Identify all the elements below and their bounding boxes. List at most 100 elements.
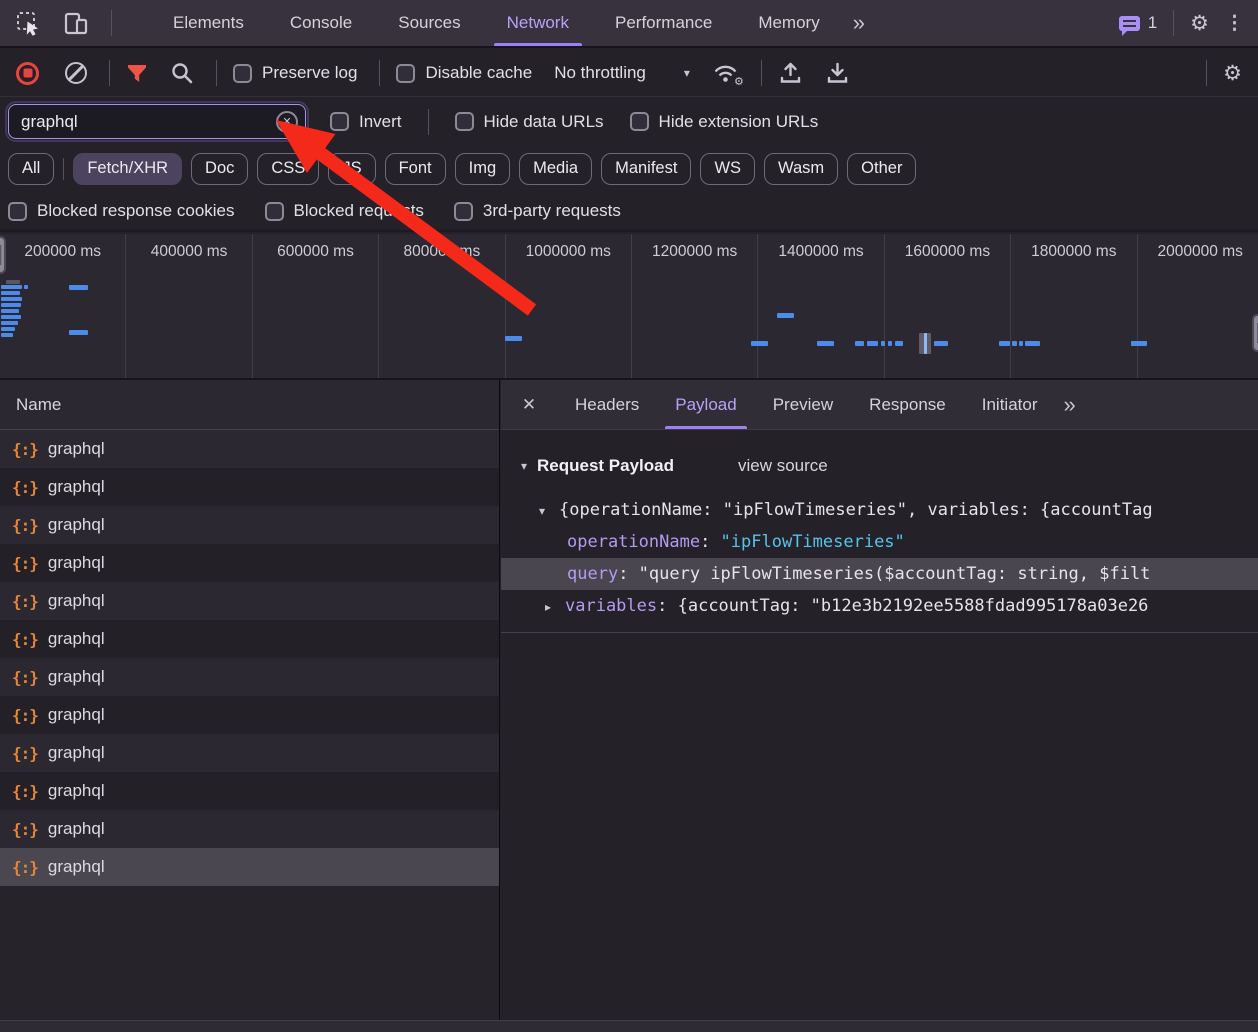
request-name: graphql	[48, 705, 105, 725]
waterfall-bar	[1019, 341, 1023, 346]
network-overview-timeline[interactable]: 200000 ms400000 ms600000 ms800000 ms1000…	[0, 234, 1258, 380]
tab-console[interactable]: Console	[267, 0, 375, 46]
more-details-tabs-icon[interactable]: »	[1055, 380, 1081, 429]
payload-summary-row[interactable]: ▾{operationName: "ipFlowTimeseries", var…	[501, 494, 1258, 526]
blocked-requests-label: Blocked requests	[294, 201, 424, 221]
details-tab-response[interactable]: Response	[851, 380, 964, 429]
waterfall-bar	[1, 327, 15, 331]
request-row[interactable]: {:}graphql	[0, 810, 499, 848]
request-name: graphql	[48, 857, 105, 877]
expander-closed-icon[interactable]: ▸	[545, 591, 565, 622]
payload-key: variables	[565, 596, 657, 616]
request-row[interactable]: {:}graphql	[0, 620, 499, 658]
overview-right-handle[interactable]	[1252, 314, 1258, 352]
disable-cache-label: Disable cache	[425, 63, 532, 83]
waterfall-bar	[751, 341, 768, 346]
filter-chip-wasm[interactable]: Wasm	[764, 153, 838, 185]
payload-entry-query[interactable]: query: "query ipFlowTimeseries($accountT…	[501, 558, 1258, 590]
waterfall-bar	[505, 336, 522, 341]
more-options-icon[interactable]: ⋮	[1225, 12, 1244, 35]
disable-cache-checkbox[interactable]: Disable cache	[396, 63, 532, 83]
invert-label: Invert	[359, 112, 402, 132]
export-har-icon[interactable]	[825, 61, 850, 85]
filter-chip-media[interactable]: Media	[519, 153, 592, 185]
details-tab-headers[interactable]: Headers	[557, 380, 657, 429]
tab-memory[interactable]: Memory	[735, 0, 842, 46]
tab-elements[interactable]: Elements	[150, 0, 267, 46]
filter-chip-ws[interactable]: WS	[700, 153, 755, 185]
details-tab-payload[interactable]: Payload	[657, 380, 754, 429]
details-tab-initiator[interactable]: Initiator	[964, 380, 1056, 429]
filter-chip-all[interactable]: All	[8, 153, 54, 185]
filter-chip-other[interactable]: Other	[847, 153, 916, 185]
tab-sources[interactable]: Sources	[375, 0, 483, 46]
issues-indicator[interactable]: 1	[1119, 13, 1157, 33]
close-details-icon[interactable]: ✕	[501, 380, 557, 429]
request-row[interactable]: {:} graphql	[0, 696, 499, 734]
search-icon[interactable]	[170, 61, 194, 85]
filter-chip-js[interactable]: JS	[328, 153, 375, 185]
request-row[interactable]: {:}graphql	[0, 734, 499, 772]
expander-open-icon[interactable]: ▾	[539, 495, 559, 526]
waterfall-bar	[817, 341, 834, 346]
throttling-select[interactable]: No throttling ▾	[554, 63, 690, 83]
fetch-xhr-icon: {:}	[12, 744, 38, 763]
blocked-cookies-checkbox[interactable]: Blocked response cookies	[8, 201, 235, 221]
fetch-xhr-icon: {:}	[12, 706, 38, 725]
hide-data-urls-checkbox[interactable]: Hide data URLs	[455, 112, 604, 132]
record-network-log-icon[interactable]	[16, 62, 39, 85]
filter-chip-css[interactable]: CSS	[257, 153, 319, 185]
overview-left-handle[interactable]	[0, 236, 6, 274]
fetch-xhr-icon: {:}	[12, 820, 38, 839]
checkbox	[455, 112, 474, 131]
waterfall-bar	[777, 313, 794, 318]
payload-entry-operationName[interactable]: operationName: "ipFlowTimeseries"	[501, 526, 1258, 558]
import-har-icon[interactable]	[778, 61, 803, 85]
details-tab-preview[interactable]: Preview	[755, 380, 851, 429]
hide-data-urls-label: Hide data URLs	[484, 112, 604, 132]
tab-performance[interactable]: Performance	[592, 0, 735, 46]
filter-chip-manifest[interactable]: Manifest	[601, 153, 691, 185]
filter-icon[interactable]	[126, 63, 148, 84]
filter-chip-doc[interactable]: Doc	[191, 153, 248, 185]
more-panels-icon[interactable]: »	[843, 10, 873, 36]
request-row[interactable]: {:} graphql	[0, 848, 499, 886]
waterfall-bar	[1, 291, 20, 295]
third-party-checkbox[interactable]: 3rd-party requests	[454, 201, 621, 221]
fetch-xhr-icon: {:}	[12, 858, 38, 877]
request-table: Name {:}graphql{:}graphql{:}graphql{:}gr…	[0, 380, 500, 1020]
filter-chip-font[interactable]: Font	[385, 153, 446, 185]
device-toolbar-icon[interactable]	[63, 11, 89, 36]
settings-icon[interactable]: ⚙	[1190, 11, 1209, 36]
request-row[interactable]: {:}graphql	[0, 544, 499, 582]
view-source-link[interactable]: view source	[738, 456, 828, 476]
filter-input[interactable]	[8, 104, 306, 139]
request-row[interactable]: {:}graphql	[0, 582, 499, 620]
network-settings-icon[interactable]: ⚙	[1223, 61, 1242, 86]
request-row[interactable]: {:}graphql	[0, 430, 499, 468]
bottom-scroll-strip[interactable]	[0, 1020, 1258, 1032]
invert-checkbox[interactable]: Invert	[330, 112, 402, 132]
hide-extension-urls-checkbox[interactable]: Hide extension URLs	[630, 112, 819, 132]
preserve-log-checkbox[interactable]: Preserve log	[233, 63, 357, 83]
request-row[interactable]: {:}graphql	[0, 506, 499, 544]
name-column-header[interactable]: Name	[0, 380, 499, 430]
blocked-requests-checkbox[interactable]: Blocked requests	[265, 201, 424, 221]
filter-chip-img[interactable]: Img	[455, 153, 511, 185]
clear-network-log-icon[interactable]	[65, 62, 87, 84]
payload-separator: :	[618, 564, 638, 584]
filter-chip-fetchxhr[interactable]: Fetch/XHR	[73, 153, 182, 185]
clear-filter-icon[interactable]: ✕	[276, 111, 298, 133]
section-expander-icon[interactable]: ▾	[521, 459, 537, 473]
filter-row: ✕ Invert Hide data URLs Hide extension U…	[0, 98, 1258, 145]
request-row[interactable]: {:}graphql	[0, 468, 499, 506]
tab-network[interactable]: Network	[484, 0, 592, 46]
details-tab-list: HeadersPayloadPreviewResponseInitiator	[557, 380, 1055, 429]
request-row[interactable]: {:}graphql	[0, 658, 499, 696]
waterfall-bar	[24, 285, 28, 289]
waterfall-bar	[888, 341, 892, 346]
payload-entry-variables[interactable]: ▸variables: {accountTag: "b12e3b2192ee55…	[501, 590, 1258, 622]
network-conditions-icon[interactable]: ⚙	[712, 62, 739, 84]
inspect-element-icon[interactable]	[16, 11, 41, 36]
request-row[interactable]: {:}graphql	[0, 772, 499, 810]
